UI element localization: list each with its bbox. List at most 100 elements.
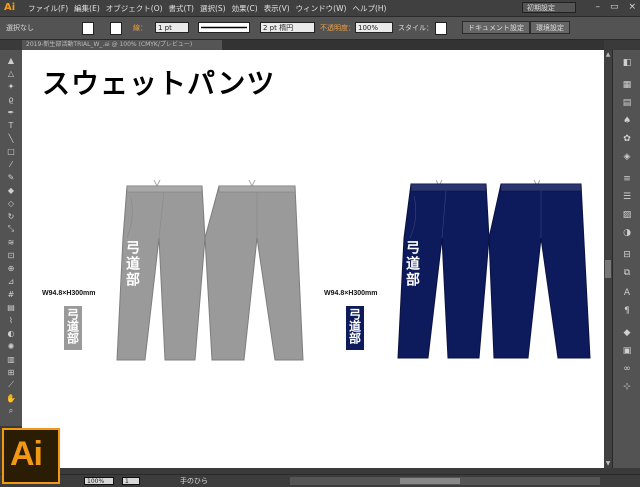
transform-icon[interactable]: ⊹ [621,382,633,392]
gradient-panel-icon[interactable]: ▨ [621,210,633,220]
document-tab[interactable]: 2019-新生部活動TRIAL_W_.ai @ 100% (CMYK/プレビュー… [22,40,222,50]
free-transform-icon[interactable]: ⊡ [5,251,17,260]
menu-window[interactable]: ウィンドウ(W) [296,3,347,14]
zoom-icon[interactable]: ⌕ [5,406,17,415]
layers-icon[interactable]: ◆ [621,328,633,338]
selection-icon[interactable]: ▲ [5,56,17,65]
paintbrush-icon[interactable]: ⁄ [5,160,17,169]
swatches-icon[interactable]: ▤ [621,98,633,108]
links-icon[interactable]: ∞ [621,364,633,374]
menu-bar: Ai ファイル(F) 編集(E) オブジェクト(O) 書式(T) 選択(S) 効… [0,0,640,17]
artboard-canvas[interactable]: スウェットパンツ 弓道部 弓道部 W94.8×H300mm W94.8×H300… [22,50,604,468]
graphic-styles-icon[interactable]: ◈ [621,152,633,162]
profile-line-icon [201,26,247,29]
artboard-number-field[interactable]: 1 [122,477,140,485]
brushes-icon[interactable]: ♠ [621,116,633,126]
gray-pants-vertical-text: 弓道部 [124,240,140,288]
menu-help[interactable]: ヘルプ(H) [352,3,386,14]
horizontal-scrollbar[interactable] [290,477,600,485]
artboards-icon[interactable]: ▣ [621,346,633,356]
vertical-scrollbar[interactable]: ▲ ▼ [604,50,612,468]
navy-print-patch[interactable]: 弓道部 [346,306,364,350]
menu-object[interactable]: オブジェクト(O) [106,3,163,14]
document-tab-bar: 2019-新生部活動TRIAL_W_.ai @ 100% (CMYK/プレビュー… [22,40,604,50]
menu-view[interactable]: 表示(V) [264,3,290,14]
stroke-weight-field[interactable]: 1 pt [155,22,189,33]
direct-selection-icon[interactable]: △ [5,69,17,78]
paragraph-icon[interactable]: ¶ [621,306,633,316]
hand-icon[interactable]: ✋ [5,394,17,403]
fill-swatch[interactable] [82,22,94,35]
minimize-icon[interactable]: – [595,2,600,12]
pencil-icon[interactable]: ✎ [5,173,17,182]
horizontal-scroll-thumb[interactable] [400,478,460,484]
control-bar: 選択なし 線： 1 pt 均等 2 pt 楕円 不透明度： 100% スタイル：… [0,17,640,40]
menu-effect[interactable]: 効果(C) [232,3,258,14]
status-bar: 100% 1 手のひら [0,474,640,487]
rectangle-icon[interactable]: □ [5,147,17,156]
transparency-icon[interactable]: ◑ [621,228,633,238]
eraser-icon[interactable]: ◇ [5,199,17,208]
pen-icon[interactable]: ✒ [5,108,17,117]
shape-builder-icon[interactable]: ⊕ [5,264,17,273]
pathfinder-icon[interactable]: ⧉ [621,268,633,278]
vertical-scroll-thumb[interactable] [605,260,611,278]
illustrator-logo: Ai [2,428,60,484]
navy-pants-vertical-text: 弓道部 [404,240,420,288]
color-guide-icon[interactable]: ▦ [621,80,633,90]
magic-wand-icon[interactable]: ✦ [5,82,17,91]
window-controls: – ▭ × [595,2,636,12]
menu-items: ファイル(F) 編集(E) オブジェクト(O) 書式(T) 選択(S) 効果(C… [28,3,392,14]
workspace-switcher[interactable]: 初期設定 [522,2,576,13]
lasso-icon[interactable]: ϱ [5,95,17,104]
warp-icon[interactable]: ≋ [5,238,17,247]
document-setup-button[interactable]: ドキュメント設定 [462,21,530,34]
gray-print-patch[interactable]: 弓道部 [64,306,82,350]
align-icon[interactable]: ⊟ [621,250,633,260]
opacity-label[interactable]: 不透明度： [320,22,355,34]
opacity-field[interactable]: 100% [355,22,393,33]
stroke-swatch[interactable] [110,22,122,35]
graphic-style-swatch[interactable] [435,22,447,35]
variable-width-profile[interactable] [198,22,250,33]
navy-patch-text: 弓道部 [347,308,362,344]
design-title: スウェットパンツ [42,67,276,100]
eyedropper-icon[interactable]: ⌇ [5,316,17,325]
stroke-label[interactable]: 線： [133,22,147,34]
scale-icon[interactable]: ⤡ [5,224,17,233]
symbol-sprayer-icon[interactable]: ✺ [5,342,17,351]
gradient-icon[interactable]: ▤ [5,303,17,312]
type-icon[interactable]: T [5,121,17,130]
appearance-icon[interactable]: ≡ [621,174,633,184]
stroke-icon[interactable]: ☰ [621,192,633,202]
character-icon[interactable]: A [621,288,633,298]
preferences-button[interactable]: 環境設定 [530,21,570,34]
color-icon[interactable]: ◧ [621,58,633,68]
rotate-icon[interactable]: ↻ [5,212,17,221]
mesh-icon[interactable]: # [5,290,17,299]
menu-edit[interactable]: 編集(E) [74,3,100,14]
artboard-icon[interactable]: ⊞ [5,368,17,377]
gray-patch-text: 弓道部 [65,308,80,344]
brush-definition[interactable]: 2 pt 楕円 [260,22,315,33]
scroll-up-icon[interactable]: ▲ [605,51,611,58]
scroll-down-icon[interactable]: ▼ [605,460,611,467]
menu-type[interactable]: 書式(T) [169,3,194,14]
close-icon[interactable]: × [628,2,636,12]
illustrator-logo-text: Ai [10,435,43,473]
blob-brush-icon[interactable]: ◆ [5,186,17,195]
blend-icon[interactable]: ◐ [5,329,17,338]
style-label: スタイル： [398,24,433,32]
menu-select[interactable]: 選択(S) [200,3,226,14]
app-logo: Ai [4,2,16,13]
menu-file[interactable]: ファイル(F) [28,3,68,14]
perspective-icon[interactable]: ⊿ [5,277,17,286]
slice-icon[interactable]: ⟋ [5,380,17,389]
line-icon[interactable]: ╲ [5,134,17,143]
gray-print-size-label: W94.8×H300mm [42,290,96,297]
symbols-icon[interactable]: ✿ [621,134,633,144]
graph-icon[interactable]: ▥ [5,355,17,364]
maximize-icon[interactable]: ▭ [610,2,619,12]
panel-dock: ◧ ▦ ▤ ♠ ✿ ◈ ≡ ☰ ▨ ◑ ⊟ ⧉ A ¶ ◆ ▣ ∞ ⊹ [612,50,640,468]
zoom-field[interactable]: 100% [84,477,114,485]
